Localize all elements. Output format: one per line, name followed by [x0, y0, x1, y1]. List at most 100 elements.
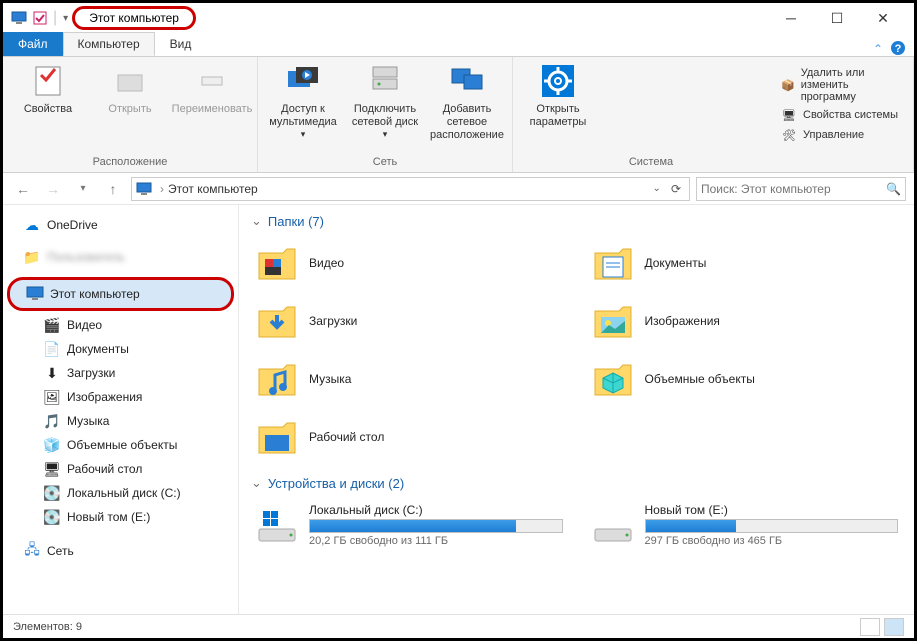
nav-item[interactable]: 🧊Объемные объекты [3, 433, 238, 457]
folder-icon [591, 357, 635, 401]
network-icon: 🖧 [23, 542, 41, 560]
properties-icon [30, 63, 66, 99]
nav-back-button[interactable]: ← [11, 177, 35, 201]
folder-icon: 🎵 [43, 412, 61, 430]
tab-file[interactable]: Файл [3, 32, 63, 56]
breadcrumb-segment[interactable]: Этот компьютер [168, 182, 258, 196]
ribbon-group-system: Открыть параметры Система 📦Удалить или и… [513, 57, 914, 172]
system-small-buttons: 📦Удалить или изменить программу 🖥Свойств… [781, 63, 905, 170]
media-icon [285, 63, 321, 99]
folder-item[interactable]: Объемные объекты [587, 353, 903, 405]
folder-item[interactable]: Рабочий стол [251, 411, 567, 463]
system-props-icon: 🖥 [781, 107, 797, 123]
minimize-button[interactable]: ─ [768, 3, 814, 33]
nav-up-button[interactable]: ↑ [101, 177, 125, 201]
checkbox-icon[interactable] [33, 11, 47, 25]
folder-item[interactable]: Изображения [587, 295, 903, 347]
drives-section-header[interactable]: ⌄Устройства и диски (2) [251, 475, 902, 491]
folder-icon: 📄 [43, 340, 61, 358]
drive-item[interactable]: Локальный диск (C:)20,2 ГБ свободно из 1… [251, 499, 567, 551]
nav-this-pc[interactable]: Этот компьютер [7, 277, 234, 311]
uninstall-icon: 📦 [781, 77, 795, 93]
nav-item[interactable]: 📄Документы [3, 337, 238, 361]
system-props-button[interactable]: 🖥Свойства системы [781, 107, 905, 123]
breadcrumb-dropdown-icon[interactable]: ⌄ [647, 183, 667, 194]
rename-button: Переименовать [175, 63, 249, 154]
folder-icon: 🖼 [43, 388, 61, 406]
folder-item[interactable]: Загрузки [251, 295, 567, 347]
folder-icon [255, 241, 299, 285]
view-details-icon[interactable] [860, 618, 880, 636]
nav-network[interactable]: 🖧Сеть [3, 539, 238, 563]
map-drive-button[interactable]: Подключить сетевой диск▾ [348, 63, 422, 154]
folder-icon: 💽 [43, 508, 61, 526]
status-bar: Элементов: 9 [3, 614, 914, 638]
nav-item[interactable]: 💽Новый том (E:) [3, 505, 238, 529]
window-title: Этот компьютер [89, 11, 179, 25]
chevron-down-icon: ⌄ [251, 475, 262, 491]
collapse-ribbon-icon[interactable]: ⌃ [866, 42, 890, 56]
search-icon[interactable]: 🔍 [886, 182, 901, 196]
drive-icon [591, 503, 635, 547]
ribbon: Свойства Открыть Переименовать Расположе… [3, 57, 914, 173]
folder-item[interactable]: Документы [587, 237, 903, 289]
search-input[interactable] [701, 182, 886, 196]
computer-icon [11, 11, 27, 25]
refresh-icon[interactable]: ⟳ [667, 182, 685, 196]
address-bar: ← → ▾ ↑ › Этот компьютер ⌄ ⟳ 🔍 [3, 173, 914, 205]
nav-user-folder[interactable]: 📁Пользователь [3, 245, 238, 269]
uninstall-button[interactable]: 📦Удалить или изменить программу [781, 67, 905, 103]
status-text: Элементов: 9 [13, 621, 82, 633]
manage-button[interactable]: 🛠Управление [781, 127, 905, 143]
ribbon-tabs: Файл Компьютер Вид ⌃ ? [3, 33, 914, 57]
close-button[interactable]: ✕ [860, 3, 906, 33]
breadcrumb-bar[interactable]: › Этот компьютер ⌄ ⟳ [131, 177, 690, 201]
open-button: Открыть [93, 63, 167, 154]
folder-icon [591, 241, 635, 285]
properties-button[interactable]: Свойства [11, 63, 85, 154]
nav-item[interactable]: 🎵Музыка [3, 409, 238, 433]
folder-icon [591, 299, 635, 343]
title-bar: | ▾ Этот компьютер ─ ☐ ✕ [3, 3, 914, 33]
nav-forward-button: → [41, 177, 65, 201]
tab-view[interactable]: Вид [155, 32, 207, 56]
nav-item[interactable]: ⬇Загрузки [3, 361, 238, 385]
folder-icon: 🧊 [43, 436, 61, 454]
maximize-button[interactable]: ☐ [814, 3, 860, 33]
ribbon-group-network: Доступ к мультимедиа▾ Подключить сетевой… [258, 57, 513, 172]
settings-icon [540, 63, 576, 99]
folder-icon: 📁 [23, 248, 41, 266]
open-icon [112, 63, 148, 99]
folder-icon: 🎬 [43, 316, 61, 334]
view-tiles-icon[interactable] [884, 618, 904, 636]
search-box[interactable]: 🔍 [696, 177, 906, 201]
chevron-down-icon: ⌄ [251, 213, 262, 229]
folders-section-header[interactable]: ⌄Папки (7) [251, 213, 902, 229]
nav-item[interactable]: 🖥Рабочий стол [3, 457, 238, 481]
nav-recent-icon[interactable]: ▾ [71, 177, 95, 201]
nav-item[interactable]: 🎬Видео [3, 313, 238, 337]
title-highlight: Этот компьютер [72, 6, 196, 30]
folder-icon [255, 357, 299, 401]
navigation-pane: ☁OneDrive 📁Пользователь Этот компьютер 🎬… [3, 205, 239, 615]
content-area: ⌄Папки (7) Видео Документы Загрузки Изображ… [239, 205, 914, 615]
quick-access-toolbar: | ▾ [11, 9, 68, 27]
folder-item[interactable]: Музыка [251, 353, 567, 405]
qat-dropdown-icon[interactable]: ▾ [63, 13, 68, 24]
folder-icon: 🖥 [43, 460, 61, 478]
folder-item[interactable]: Видео [251, 237, 567, 289]
tab-computer[interactable]: Компьютер [63, 32, 155, 56]
network-location-icon [449, 63, 485, 99]
drive-network-icon [367, 63, 403, 99]
usage-bar [309, 519, 563, 533]
drive-item[interactable]: Новый том (E:)297 ГБ свободно из 465 ГБ [587, 499, 903, 551]
computer-icon [136, 182, 152, 196]
manage-icon: 🛠 [781, 127, 797, 143]
add-network-location-button[interactable]: Добавить сетевое расположение [430, 63, 504, 154]
help-icon[interactable]: ? [890, 40, 914, 56]
nav-onedrive[interactable]: ☁OneDrive [3, 213, 238, 237]
open-settings-button[interactable]: Открыть параметры [521, 63, 595, 154]
nav-item[interactable]: 💽Локальный диск (C:) [3, 481, 238, 505]
media-access-button[interactable]: Доступ к мультимедиа▾ [266, 63, 340, 154]
nav-item[interactable]: 🖼Изображения [3, 385, 238, 409]
